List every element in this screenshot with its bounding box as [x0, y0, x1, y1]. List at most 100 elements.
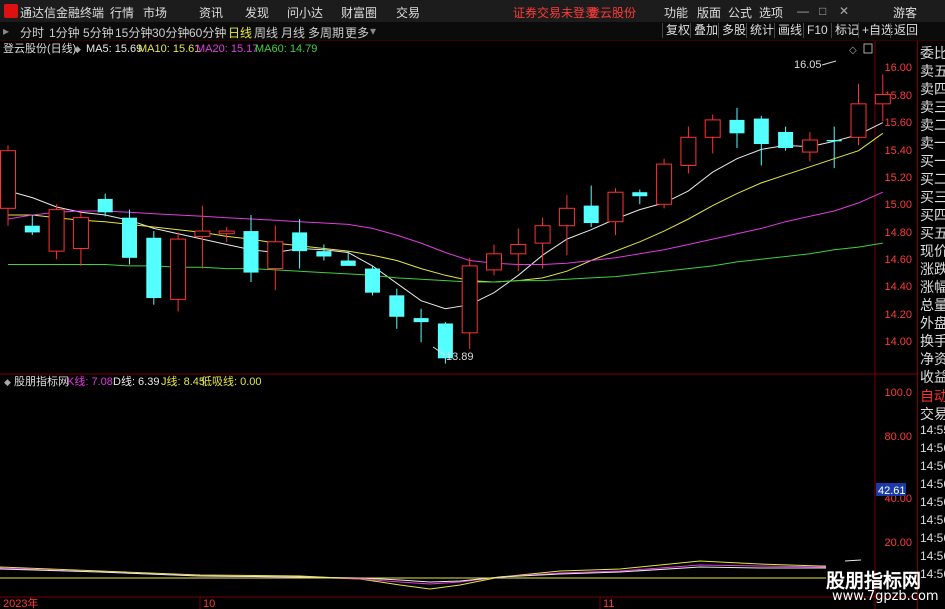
toolbar-tongji-button[interactable]: 统计 — [746, 23, 777, 38]
tab-period-1min[interactable]: 1分钟 — [49, 24, 80, 41]
candle-body[interactable] — [801, 139, 818, 153]
candle-body[interactable] — [218, 230, 235, 235]
sidebar-toggle-icon[interactable]: ▸ — [3, 24, 9, 38]
candle-body[interactable] — [729, 119, 745, 134]
candle-body[interactable] — [558, 207, 575, 227]
toolbar-fuquan-button[interactable]: 复权 — [662, 23, 693, 38]
quote-row-sell4[interactable]: 卖四 — [920, 79, 945, 99]
restore-icon[interactable]: □ — [819, 4, 826, 18]
low-price-label: 13.89 — [446, 351, 474, 363]
minimize-icon[interactable]: — — [797, 4, 809, 18]
tab-period-fenshi[interactable]: 分时 — [20, 24, 44, 41]
candle-body[interactable] — [850, 103, 867, 138]
candle-body[interactable] — [534, 225, 551, 244]
quote-row-weibi[interactable]: 委比 — [920, 43, 945, 63]
tab-period-multi[interactable]: 多周期 — [308, 24, 344, 41]
trade-login-warning[interactable]: 证券交易未登录 — [513, 4, 597, 21]
tab-period-15min[interactable]: 15分钟 — [115, 24, 152, 41]
toolbar-diejia-button[interactable]: 叠加 — [690, 23, 721, 38]
tab-period-monthly[interactable]: 月线 — [281, 24, 305, 41]
candle-body[interactable] — [656, 163, 673, 205]
visitor-label[interactable]: 游客 — [893, 4, 917, 21]
menu-item-shichang[interactable]: 市场 — [143, 4, 167, 21]
layout-diamond-icon[interactable]: ◇ — [849, 45, 857, 56]
quote-row-sell1[interactable]: 卖一 — [920, 133, 945, 153]
quote-row-buy1[interactable]: 买一 — [920, 151, 945, 171]
quote-row-turnover[interactable]: 换手 — [920, 331, 945, 351]
quote-row-sell3[interactable]: 卖三 — [920, 97, 945, 117]
quote-row-outer[interactable]: 外盘 — [920, 313, 945, 333]
quote-row-buy3[interactable]: 买三 — [920, 187, 945, 207]
quote-row-buy2[interactable]: 买二 — [920, 169, 945, 189]
quote-row-buy5[interactable]: 买五 — [920, 223, 945, 243]
candle-body[interactable] — [826, 139, 842, 142]
menu-item-banmian[interactable]: 版面 — [697, 4, 721, 21]
quote-row-change[interactable]: 涨跌 — [920, 259, 945, 279]
tab-period-more[interactable]: 更多 — [345, 24, 369, 41]
quote-row-volume[interactable]: 总量 — [920, 295, 945, 315]
candle-body[interactable] — [0, 150, 16, 209]
trade-label[interactable]: 交易 — [920, 404, 945, 424]
menu-item-hangqing[interactable]: 行情 — [110, 4, 134, 21]
toolbar-duogu-button[interactable]: 多股 — [718, 23, 749, 38]
close-icon[interactable]: ✕ — [839, 4, 849, 18]
candle-body[interactable] — [292, 232, 308, 252]
menu-item-jiaoyi[interactable]: 交易 — [396, 4, 420, 21]
menu-item-caifuquan[interactable]: 财富圈 — [341, 4, 377, 21]
indicator-title[interactable]: 股朋指标网 — [14, 374, 69, 388]
ma60-label: MA60: 14.79 — [255, 43, 317, 55]
candle-body[interactable] — [778, 131, 794, 149]
toolbar-f10-button[interactable]: F10 — [803, 23, 831, 38]
kline-chart[interactable]: 登云股份(日线) ◆ MA5: 15.69 MA10: 15.61 MA20: … — [0, 41, 917, 609]
candle-body[interactable] — [704, 119, 721, 138]
menu-item-faxian[interactable]: 发现 — [245, 4, 269, 21]
candle-body[interactable] — [243, 231, 259, 273]
candle-body[interactable] — [316, 251, 332, 257]
candle-body[interactable] — [461, 265, 478, 334]
indicator-tick-label: 20.00 — [884, 537, 912, 549]
quote-row-earnings[interactable]: 收益 — [920, 367, 945, 387]
candle-body[interactable] — [510, 243, 527, 255]
candle-body[interactable] — [122, 217, 137, 258]
candle-body[interactable] — [194, 230, 211, 237]
tab-period-weekly[interactable]: 周线 — [254, 24, 278, 41]
candle-body[interactable] — [607, 191, 624, 223]
tab-period-5min[interactable]: 5分钟 — [83, 24, 114, 41]
candle-body[interactable] — [146, 237, 162, 299]
quote-row-sell2[interactable]: 卖二 — [920, 115, 945, 135]
candle-body[interactable] — [97, 198, 113, 213]
quote-row-change-pct[interactable]: 涨幅 — [920, 277, 945, 297]
menu-item-zixun[interactable]: 资讯 — [199, 4, 223, 21]
candle-body[interactable] — [24, 225, 40, 233]
menu-item-gongshi[interactable]: 公式 — [728, 4, 752, 21]
menu-item-xuanxiang[interactable]: 选项 — [759, 4, 783, 21]
candle-body[interactable] — [413, 318, 429, 323]
candle-body[interactable] — [874, 93, 891, 105]
quote-row-sell5[interactable]: 卖五 — [920, 61, 945, 81]
panel-toggle-icon[interactable] — [863, 43, 873, 54]
candle-body[interactable] — [389, 295, 405, 317]
candle-body[interactable] — [486, 253, 502, 271]
auto-trade-label[interactable]: 自动 — [920, 386, 945, 406]
candle-body[interactable] — [680, 136, 697, 166]
menu-item-wenxiaoda[interactable]: 问小达 — [287, 4, 323, 21]
quote-row-price[interactable]: 现价 — [920, 241, 945, 261]
candle-body[interactable] — [583, 205, 599, 224]
candle-body[interactable] — [267, 241, 284, 270]
candle-body[interactable] — [170, 238, 187, 300]
candle-body[interactable] — [365, 268, 380, 293]
quote-row-netasset[interactable]: 净资 — [920, 349, 945, 369]
menu-item-gongneng[interactable]: 功能 — [664, 4, 688, 21]
toolbar-back-button[interactable]: 返回 — [890, 23, 921, 38]
tab-period-30min[interactable]: 30分钟 — [152, 24, 189, 41]
toolbar-huaxian-button[interactable]: 画线 — [774, 23, 805, 38]
candle-body[interactable] — [48, 209, 65, 252]
candle-body[interactable] — [72, 217, 89, 249]
candle-body[interactable] — [632, 192, 648, 197]
candle-body[interactable] — [753, 118, 769, 145]
tab-period-60min[interactable]: 60分钟 — [189, 24, 226, 41]
quote-row-buy4[interactable]: 买四 — [920, 205, 945, 225]
tab-period-daily[interactable]: 日线 — [228, 24, 252, 41]
more-dropdown-icon[interactable]: ▾ — [370, 24, 376, 38]
candle-body[interactable] — [340, 260, 356, 266]
